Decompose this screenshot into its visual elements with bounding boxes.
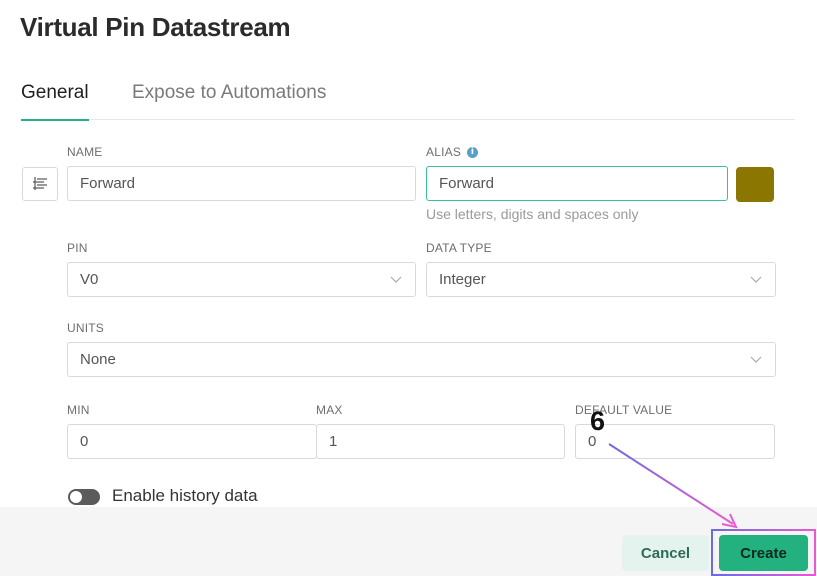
tab-general[interactable]: General (21, 82, 89, 121)
units-label: UNITS (67, 321, 104, 335)
pin-label: PIN (67, 241, 88, 255)
history-toggle[interactable] (68, 489, 100, 505)
highlight-box (711, 529, 816, 576)
chevron-down-icon (750, 356, 762, 363)
data-type-value: Integer (439, 271, 486, 288)
alias-label-group: ALIAS i (426, 145, 479, 159)
chevron-down-icon (390, 276, 402, 283)
alias-label: ALIAS (426, 145, 462, 159)
max-label: MAX (316, 403, 343, 417)
dialog-title: Virtual Pin Datastream (20, 12, 291, 42)
min-label: MIN (67, 403, 90, 417)
history-toggle-label: Enable history data (112, 486, 258, 505)
name-label: NAME (67, 145, 103, 159)
max-input[interactable]: 1 (316, 424, 565, 459)
units-value: None (80, 351, 116, 368)
list-settings-button[interactable] (22, 167, 58, 201)
color-swatch[interactable] (736, 167, 774, 202)
data-type-select[interactable]: Integer (426, 262, 776, 297)
cancel-button[interactable]: Cancel (622, 535, 709, 571)
alias-input[interactable]: Forward (426, 166, 728, 201)
tab-expose-to-automations[interactable]: Expose to Automations (132, 82, 326, 120)
name-input[interactable]: Forward (67, 166, 416, 201)
tab-bar: General Expose to Automations (21, 82, 795, 121)
min-input[interactable]: 0 (67, 424, 317, 459)
list-settings-icon (33, 177, 47, 190)
units-select[interactable]: None (67, 342, 776, 377)
pin-select[interactable]: V0 (67, 262, 416, 297)
data-type-label: DATA TYPE (426, 241, 492, 255)
step-number: 6 (590, 406, 606, 436)
pin-value: V0 (80, 271, 99, 288)
toggle-knob (70, 491, 82, 503)
info-icon[interactable]: i (467, 147, 479, 159)
chevron-down-icon (750, 276, 762, 283)
alias-helper-text: Use letters, digits and spaces only (426, 206, 639, 222)
